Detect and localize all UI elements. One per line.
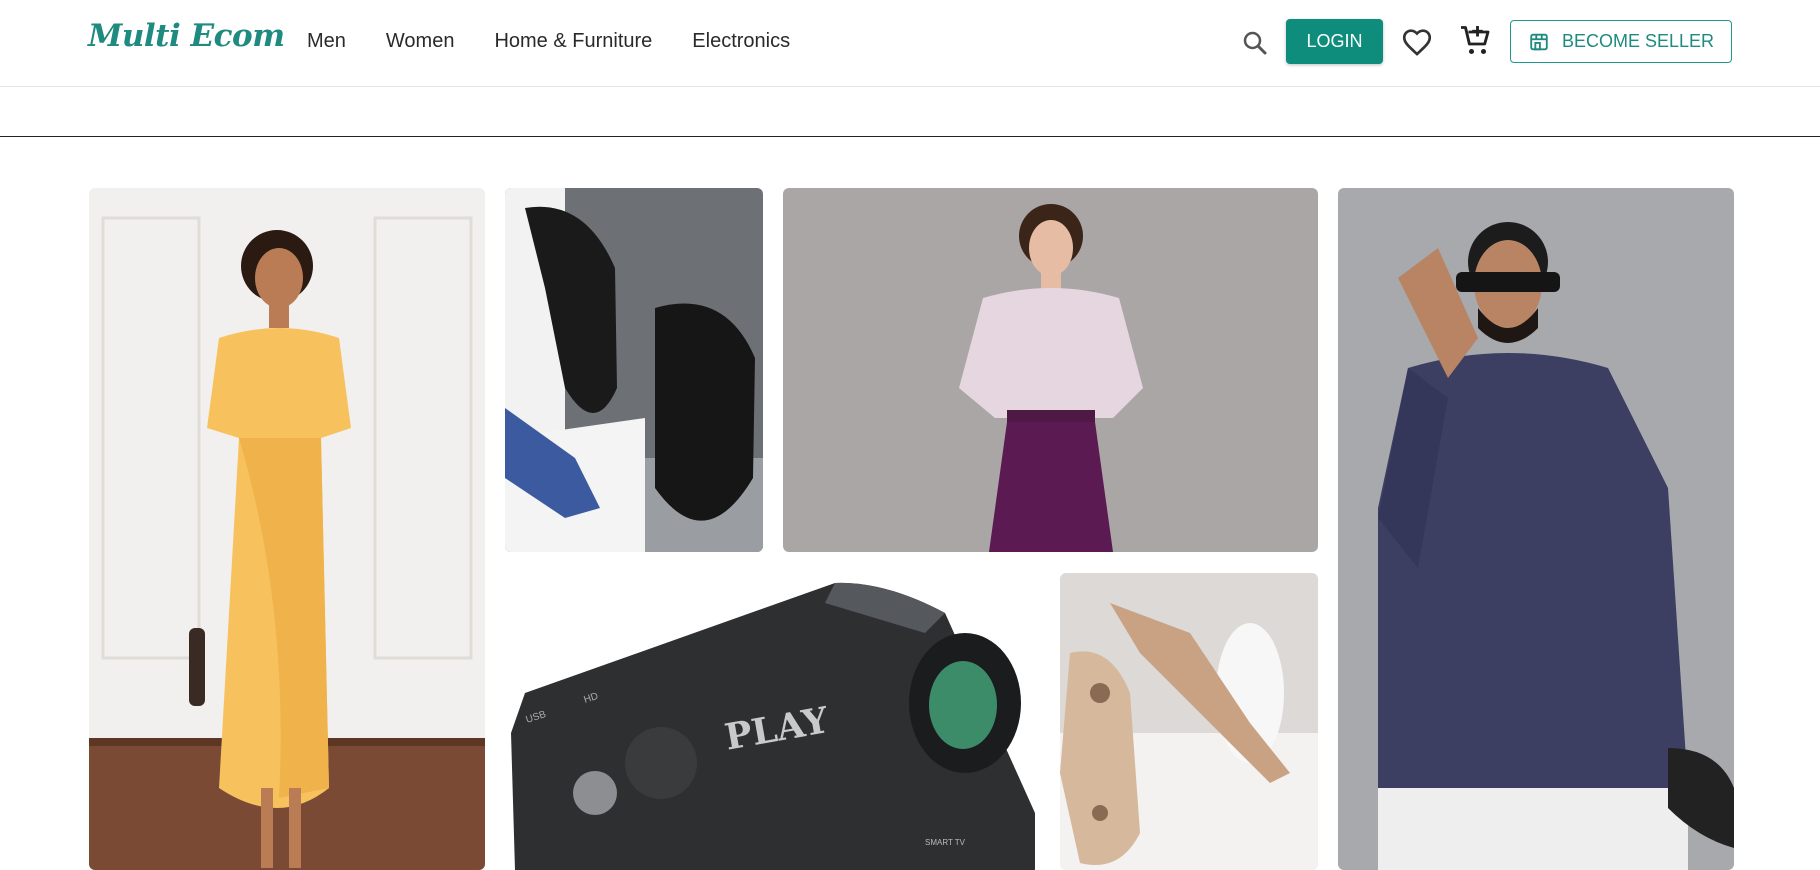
- tile-woman-yellow-dress[interactable]: [89, 188, 485, 870]
- login-button[interactable]: LOGIN: [1286, 19, 1383, 64]
- brand-logo[interactable]: Multi Ecom: [88, 18, 285, 54]
- site-header: Multi Ecom Men Women Home & Furniture El…: [0, 0, 1820, 87]
- become-seller-label: BECOME SELLER: [1561, 31, 1715, 51]
- search-button[interactable]: [1240, 28, 1270, 58]
- nav-item-home-furniture[interactable]: Home & Furniture: [494, 30, 652, 53]
- wishlist-button[interactable]: [1400, 25, 1434, 59]
- projector-image: PLAY USB HD SMART TV: [505, 573, 1040, 870]
- cart-button[interactable]: [1458, 23, 1494, 59]
- black-formal-shoes-image: [505, 188, 763, 552]
- tile-black-formal-shoes[interactable]: [505, 188, 763, 552]
- tile-woman-floral-shirt[interactable]: [783, 188, 1318, 552]
- nav-item-electronics[interactable]: Electronics: [692, 30, 790, 53]
- woman-floral-shirt-image: [783, 188, 1318, 552]
- store-icon: [1530, 33, 1548, 50]
- search-icon: [1243, 31, 1267, 55]
- tile-projector[interactable]: PLAY USB HD SMART TV: [505, 573, 1040, 870]
- heart-icon: [1402, 29, 1432, 56]
- woman-yellow-dress-image: [89, 188, 485, 870]
- projector-smarttv-label: SMART TV: [925, 838, 966, 847]
- section-divider: [0, 136, 1820, 137]
- beige-sandals-image: [1060, 573, 1318, 870]
- become-seller-button[interactable]: BECOME SELLER: [1510, 20, 1732, 63]
- cart-plus-icon: [1461, 26, 1490, 55]
- man-kurta-image: [1338, 188, 1734, 870]
- nav-item-women[interactable]: Women: [386, 30, 455, 53]
- tile-man-kurta[interactable]: [1338, 188, 1734, 870]
- main-nav: Men Women Home & Furniture Electronics: [307, 30, 790, 53]
- tile-beige-sandals[interactable]: [1060, 573, 1318, 870]
- nav-item-men[interactable]: Men: [307, 30, 346, 53]
